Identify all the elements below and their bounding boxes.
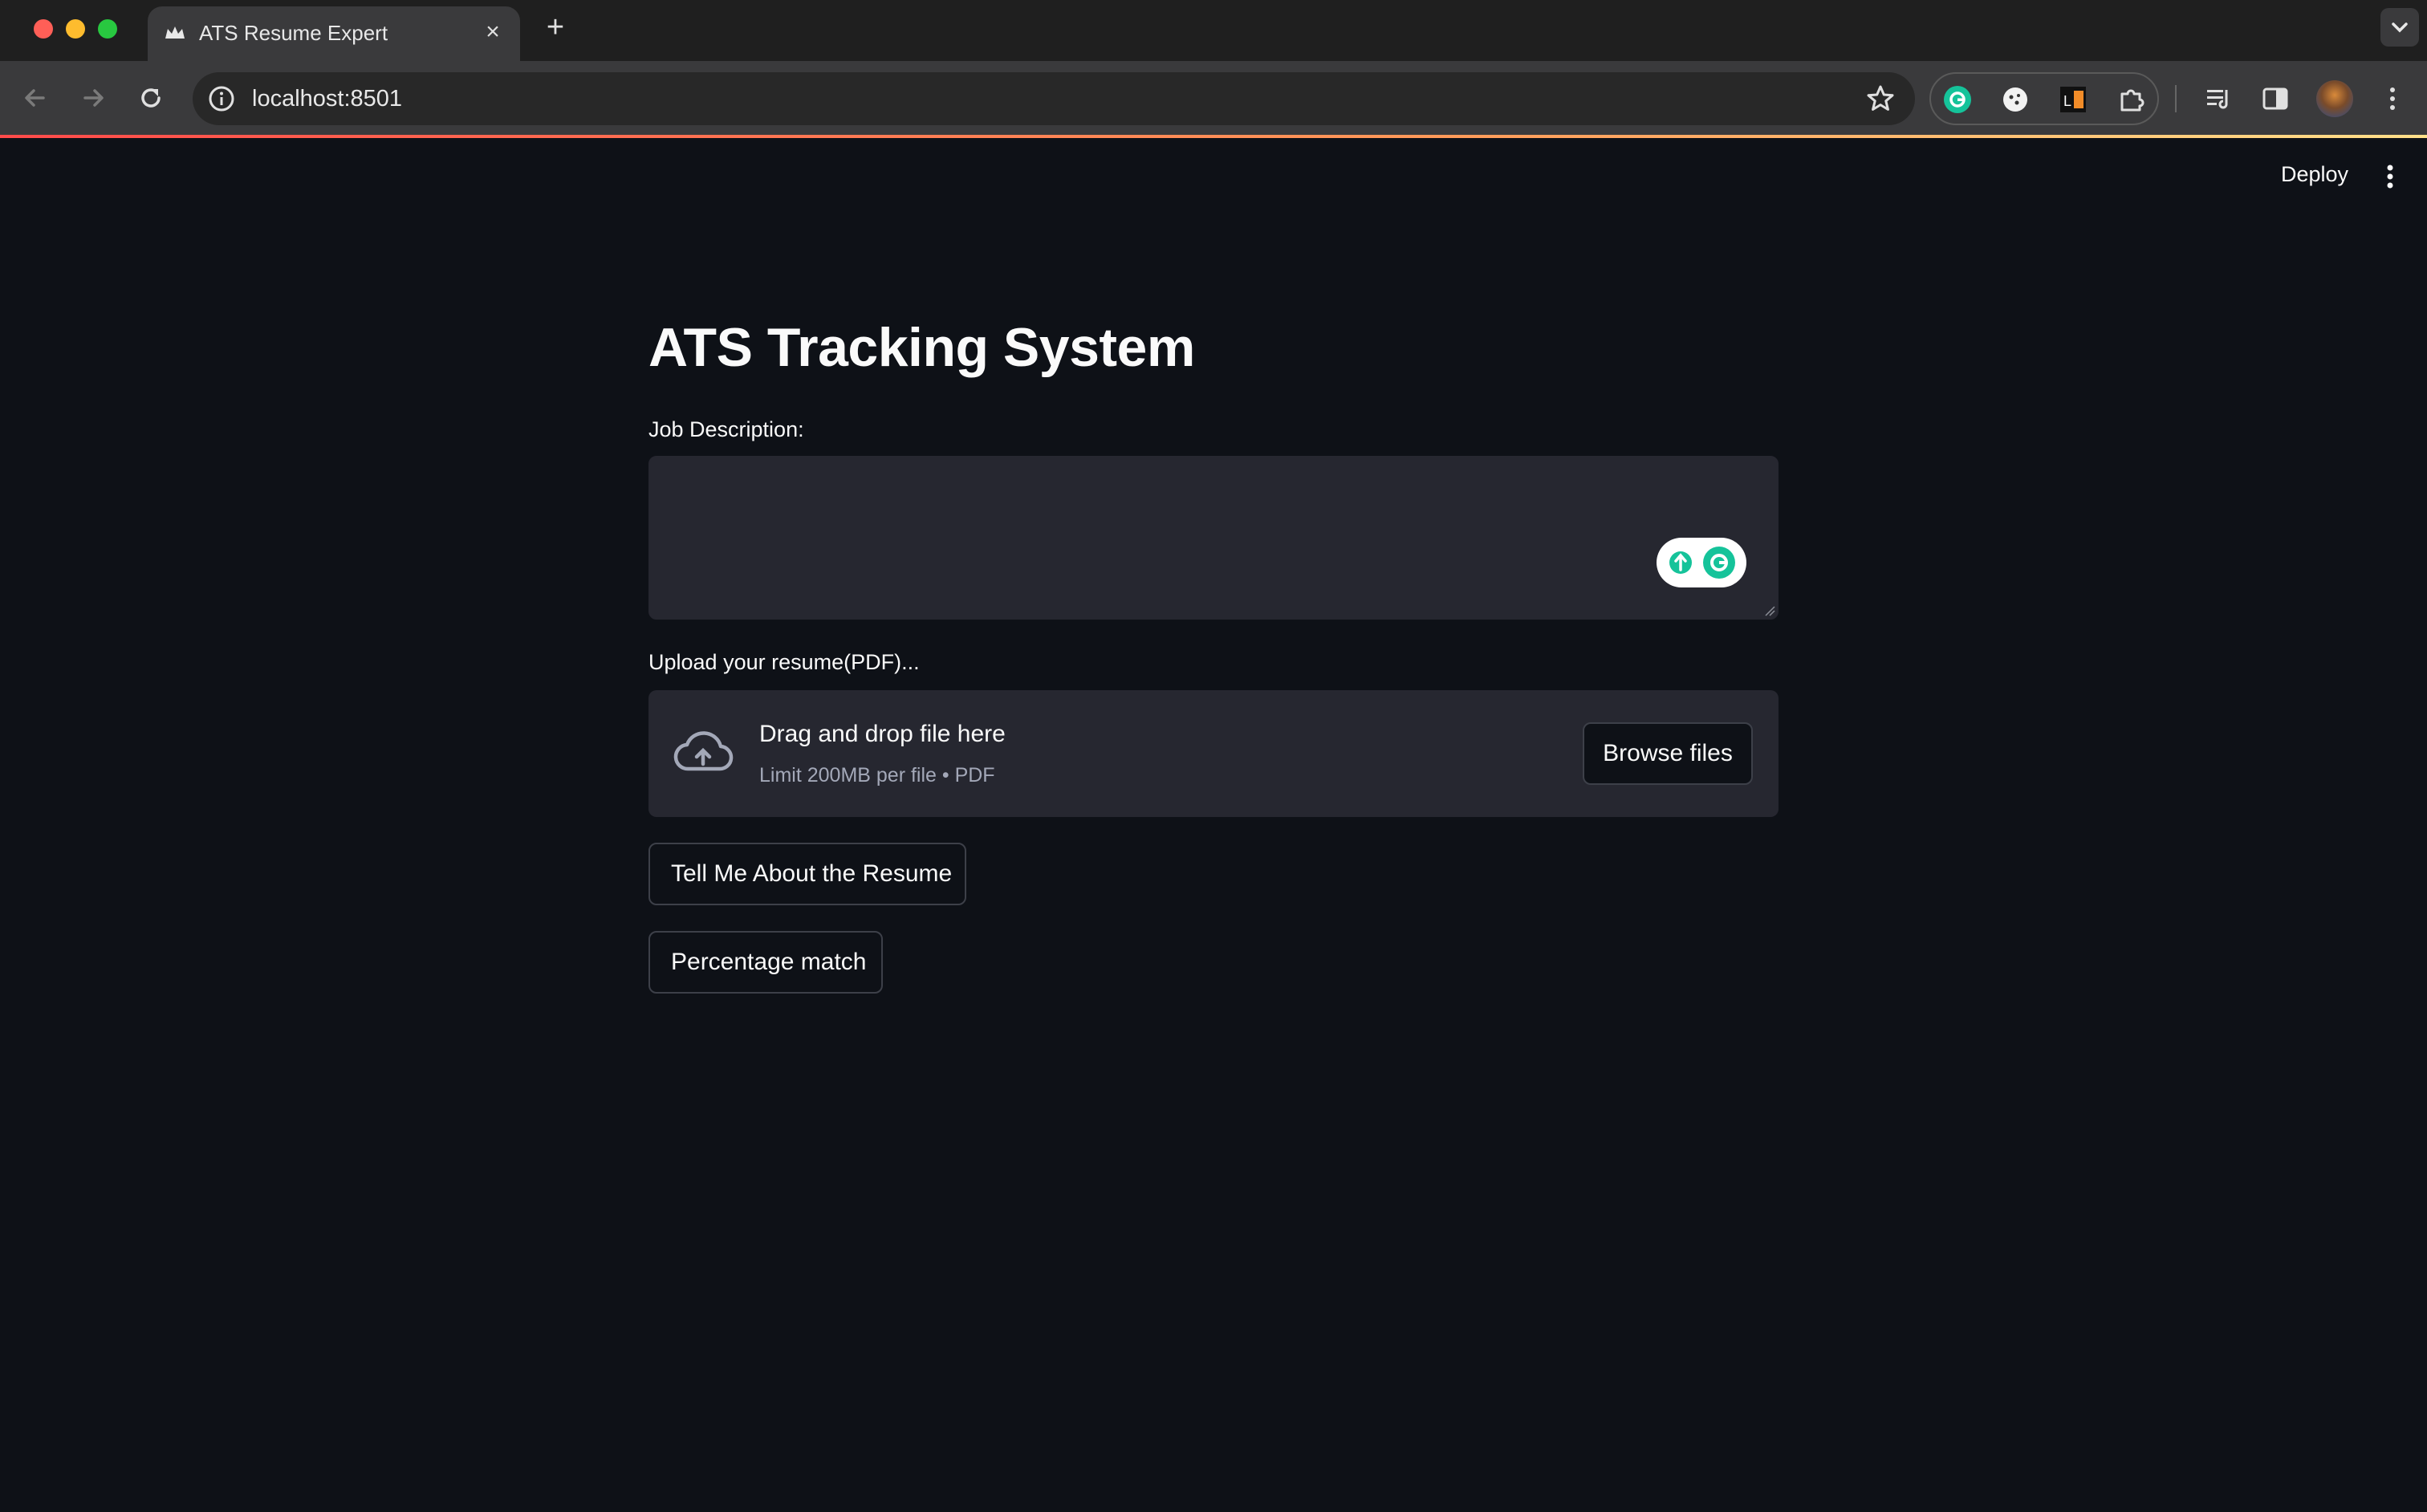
kebab-menu-icon[interactable] [2377, 83, 2408, 114]
lighthouse-icon[interactable]: L [2058, 84, 2088, 115]
browse-files-button[interactable]: Browse files [1583, 722, 1753, 785]
extensions-group: L [1929, 72, 2159, 125]
address-bar[interactable]: localhost:8501 [193, 72, 1915, 125]
url-text: localhost:8501 [252, 86, 403, 112]
site-info-icon[interactable] [207, 84, 236, 113]
cookie-editor-icon[interactable] [2000, 84, 2031, 115]
svg-text:L: L [2063, 93, 2071, 109]
chevron-down-icon [2392, 22, 2408, 33]
browser-toolbar: localhost:8501 L [0, 61, 2427, 136]
close-icon[interactable]: × [478, 18, 507, 47]
bookmark-star-icon[interactable] [1865, 83, 1896, 114]
reading-list-icon[interactable] [2204, 83, 2234, 114]
window-maximize-button[interactable] [98, 19, 117, 39]
job-description-input[interactable] [648, 456, 1779, 620]
streamlit-crown-icon [165, 26, 185, 39]
page-title: ATS Tracking System [648, 317, 1195, 378]
reload-icon[interactable] [132, 79, 170, 117]
window-close-button[interactable] [34, 19, 53, 39]
percentage-match-button[interactable]: Percentage match [648, 931, 883, 994]
tell-me-about-resume-button[interactable]: Tell Me About the Resume [648, 843, 966, 905]
tab-title: ATS Resume Expert [199, 21, 388, 45]
grammarly-icon [1669, 547, 1735, 579]
file-dropzone[interactable]: Drag and drop file here Limit 200MB per … [648, 690, 1779, 817]
grammarly-widget[interactable] [1657, 538, 1746, 587]
back-arrow-icon[interactable] [16, 79, 55, 117]
dropzone-limit-text: Limit 200MB per file • PDF [759, 764, 995, 786]
cloud-upload-icon [673, 731, 734, 771]
tab-search-button[interactable] [2380, 8, 2419, 47]
browser-tab-strip: ATS Resume Expert × + [0, 0, 2427, 61]
resize-handle-icon[interactable] [1764, 605, 1775, 616]
dropzone-instructions: Drag and drop file here [759, 721, 1006, 747]
toolbar-separator [2175, 85, 2177, 112]
upload-label: Upload your resume(PDF)... [648, 650, 920, 674]
kebab-menu-icon[interactable] [2379, 161, 2401, 193]
extensions-puzzle-icon[interactable] [2116, 84, 2146, 115]
plus-icon[interactable]: + [539, 11, 571, 43]
deploy-button[interactable]: Deploy [2281, 162, 2348, 187]
profile-avatar[interactable] [2316, 80, 2353, 117]
forward-arrow-icon[interactable] [74, 79, 112, 117]
grammarly-icon[interactable] [1942, 84, 1973, 115]
job-description-label: Job Description: [648, 417, 804, 441]
browser-tab-active[interactable]: ATS Resume Expert × [148, 6, 520, 61]
app-viewport: Deploy ATS Tracking System Job Descripti… [0, 138, 2427, 1512]
window-minimize-button[interactable] [66, 19, 85, 39]
side-panel-icon[interactable] [2260, 83, 2291, 114]
